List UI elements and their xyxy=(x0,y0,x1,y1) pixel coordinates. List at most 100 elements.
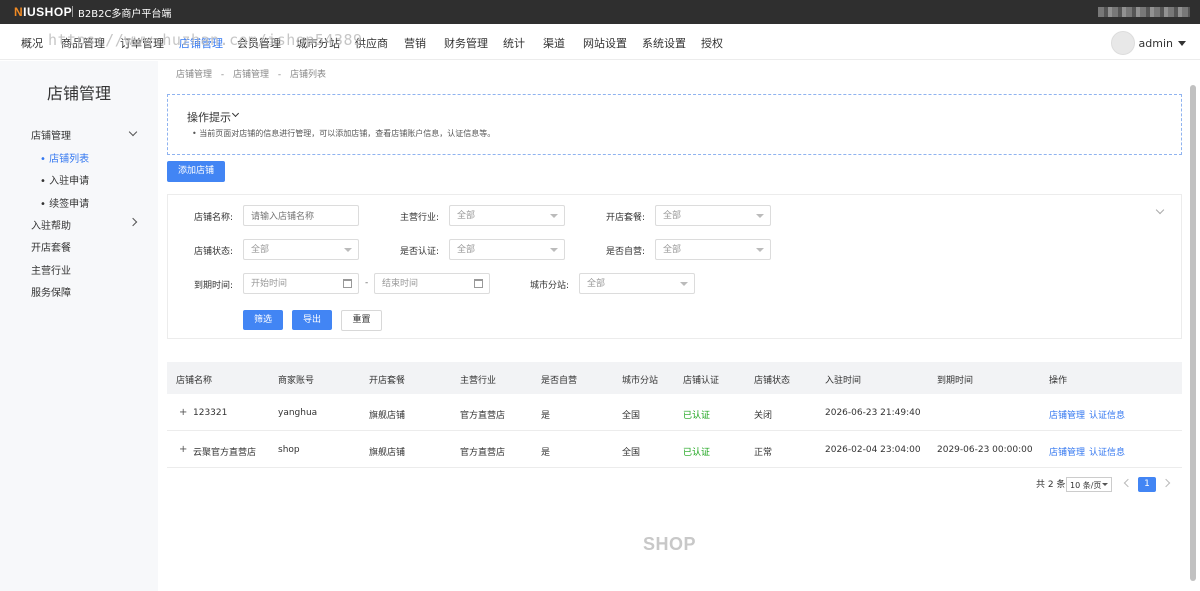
nav-overview[interactable]: 概况 xyxy=(21,35,43,51)
start-date-input[interactable]: 开始时间 xyxy=(243,273,359,294)
nav-goods[interactable]: 商品管理 xyxy=(61,35,105,51)
cell-join-time: 2026-06-23 21:49:40 xyxy=(825,408,921,418)
cell-shop-status: 正常 xyxy=(754,448,773,458)
nav-members[interactable]: 会员管理 xyxy=(237,35,281,51)
sidebar: 店铺管理 店铺管理 • 店铺列表 • 入驻申请 • 续签申请 入驻帮助 开店套餐… xyxy=(0,61,158,591)
platform-name: B2B2C多商户平台端 xyxy=(78,9,172,20)
self-run-label: 是否自营: xyxy=(605,247,645,257)
cell-package: 旗舰店铺 xyxy=(369,411,406,421)
cell-cert-status: 已认证 xyxy=(683,448,711,458)
cell-shop-name: 云聚官方直营店 xyxy=(193,448,257,458)
shop-name-input[interactable] xyxy=(243,205,359,226)
expire-label: 到期时间: xyxy=(193,281,233,291)
sidebar-item-renew[interactable]: • 续签申请 xyxy=(40,195,89,210)
nav-site-settings[interactable]: 网站设置 xyxy=(583,35,627,51)
cell-self-run: 是 xyxy=(541,411,551,421)
cert-info-link[interactable]: 认证信息 xyxy=(1089,445,1125,458)
nav-license[interactable]: 授权 xyxy=(701,35,723,51)
avatar[interactable] xyxy=(1110,31,1135,55)
tips-text: • 当前页面对店铺的信息进行管理，可以添加店铺，查看店铺账户信息，认证信息等。 xyxy=(192,129,496,138)
export-button[interactable]: 导出 xyxy=(292,310,332,330)
caret-down-icon[interactable] xyxy=(1178,40,1186,46)
status-select[interactable]: 全部 xyxy=(243,239,359,260)
cell-account: shop xyxy=(278,445,300,455)
th-cert: 店铺认证 xyxy=(683,376,720,386)
th-self-run: 是否自营 xyxy=(541,376,578,386)
sidebar-item-shop-management[interactable]: 店铺管理 xyxy=(31,127,71,142)
page-number-current[interactable]: 1 xyxy=(1138,477,1156,492)
sidebar-item-shop-list[interactable]: • 店铺列表 xyxy=(40,150,89,165)
tips-title[interactable]: 操作提示 xyxy=(187,109,231,125)
breadcrumb-sep: - xyxy=(220,70,225,80)
breadcrumb-item[interactable]: 店铺管理 xyxy=(176,70,212,80)
th-industry: 主营行业 xyxy=(460,376,497,386)
nav-system-settings[interactable]: 系统设置 xyxy=(642,35,686,51)
calendar-icon xyxy=(343,279,352,288)
package-label: 开店套餐: xyxy=(605,213,645,223)
end-date-input[interactable]: 结束时间 xyxy=(374,273,490,294)
th-status: 店铺状态 xyxy=(754,376,791,386)
page-size-select[interactable]: 10 条/页 xyxy=(1066,477,1112,492)
dropdown-arrow-icon xyxy=(550,214,558,218)
th-shop-name: 店铺名称 xyxy=(176,376,213,386)
expand-icon[interactable]: + xyxy=(179,407,187,418)
city-select[interactable]: 全部 xyxy=(579,273,695,294)
dropdown-arrow-icon xyxy=(680,282,688,286)
breadcrumb-item[interactable]: 店铺管理 xyxy=(233,70,269,80)
sidebar-title: 店铺管理 xyxy=(46,84,111,103)
dropdown-arrow-icon xyxy=(756,214,764,218)
industry-select[interactable]: 全部 xyxy=(449,205,565,226)
nav-channels[interactable]: 渠道 xyxy=(543,35,565,51)
cell-account: yanghua xyxy=(278,408,318,418)
expand-icon[interactable]: + xyxy=(179,444,187,455)
dropdown-arrow-icon xyxy=(756,248,764,252)
dropdown-arrow-icon xyxy=(1102,483,1108,486)
self-run-select[interactable]: 全部 xyxy=(655,239,771,260)
sidebar-item-packages[interactable]: 开店套餐 xyxy=(31,239,71,254)
nav-statistics[interactable]: 统计 xyxy=(503,35,525,51)
table-header: 店铺名称 商家账号 开店套餐 主营行业 是否自营 城市分站 店铺认证 店铺状态 … xyxy=(167,362,1182,394)
cert-info-link[interactable]: 认证信息 xyxy=(1089,408,1125,421)
sidebar-item-join-help[interactable]: 入驻帮助 xyxy=(31,217,71,232)
chevron-right-icon[interactable] xyxy=(128,217,138,227)
chevron-down-icon[interactable] xyxy=(231,109,240,118)
niushop-logo[interactable]: NIUSHOP xyxy=(14,5,72,19)
prev-page-icon[interactable] xyxy=(1123,478,1133,488)
certified-select[interactable]: 全部 xyxy=(449,239,565,260)
filter-button[interactable]: 筛选 xyxy=(243,310,283,330)
breadcrumb-current: 店铺列表 xyxy=(290,70,327,80)
sidebar-item-industries[interactable]: 主营行业 xyxy=(31,262,71,277)
user-menu[interactable]: admin xyxy=(1110,31,1186,55)
sidebar-item-service-guarantee[interactable]: 服务保障 xyxy=(31,284,71,299)
cell-join-time: 2026-02-04 23:04:00 xyxy=(825,445,921,455)
status-label: 店铺状态: xyxy=(193,247,233,257)
date-range-separator: - xyxy=(365,278,369,288)
cell-city: 全国 xyxy=(622,448,641,458)
username[interactable]: admin xyxy=(1139,37,1173,50)
blurred-user-info xyxy=(1098,7,1190,17)
next-page-icon[interactable] xyxy=(1161,478,1171,488)
chevron-down-icon[interactable] xyxy=(1155,205,1165,215)
nav-suppliers[interactable]: 供应商 xyxy=(355,35,388,51)
vertical-scrollbar[interactable] xyxy=(1190,85,1196,581)
nav-city-stations[interactable]: 城市分站 xyxy=(296,35,340,51)
shop-manage-link[interactable]: 店铺管理 xyxy=(1049,408,1085,421)
sidebar-item-apply[interactable]: • 入驻申请 xyxy=(40,172,89,187)
shop-manage-link[interactable]: 店铺管理 xyxy=(1049,445,1085,458)
logo-divider xyxy=(72,6,73,17)
chevron-down-icon[interactable] xyxy=(128,127,138,137)
top-bar: NIUSHOP B2B2C多商户平台端 xyxy=(0,0,1200,24)
reset-button[interactable]: 重置 xyxy=(341,310,382,331)
city-label: 城市分站: xyxy=(529,281,569,291)
breadcrumb: 店铺管理 - 店铺管理 - 店铺列表 xyxy=(176,67,332,80)
nav-marketing[interactable]: 营销 xyxy=(404,35,426,51)
add-shop-button[interactable]: 添加店铺 xyxy=(167,161,225,182)
th-actions: 操作 xyxy=(1049,376,1068,386)
nav-shops[interactable]: 店铺管理 xyxy=(179,35,223,51)
filter-panel: 店铺名称: 主营行业: 全部 开店套餐: 全部 店铺状态: 全部 是否认证: 全… xyxy=(167,194,1182,339)
breadcrumb-sep: - xyxy=(277,70,282,80)
nav-orders[interactable]: 订单管理 xyxy=(120,35,164,51)
th-package: 开店套餐 xyxy=(369,376,406,386)
package-select[interactable]: 全部 xyxy=(655,205,771,226)
nav-finance[interactable]: 财务管理 xyxy=(444,35,488,51)
